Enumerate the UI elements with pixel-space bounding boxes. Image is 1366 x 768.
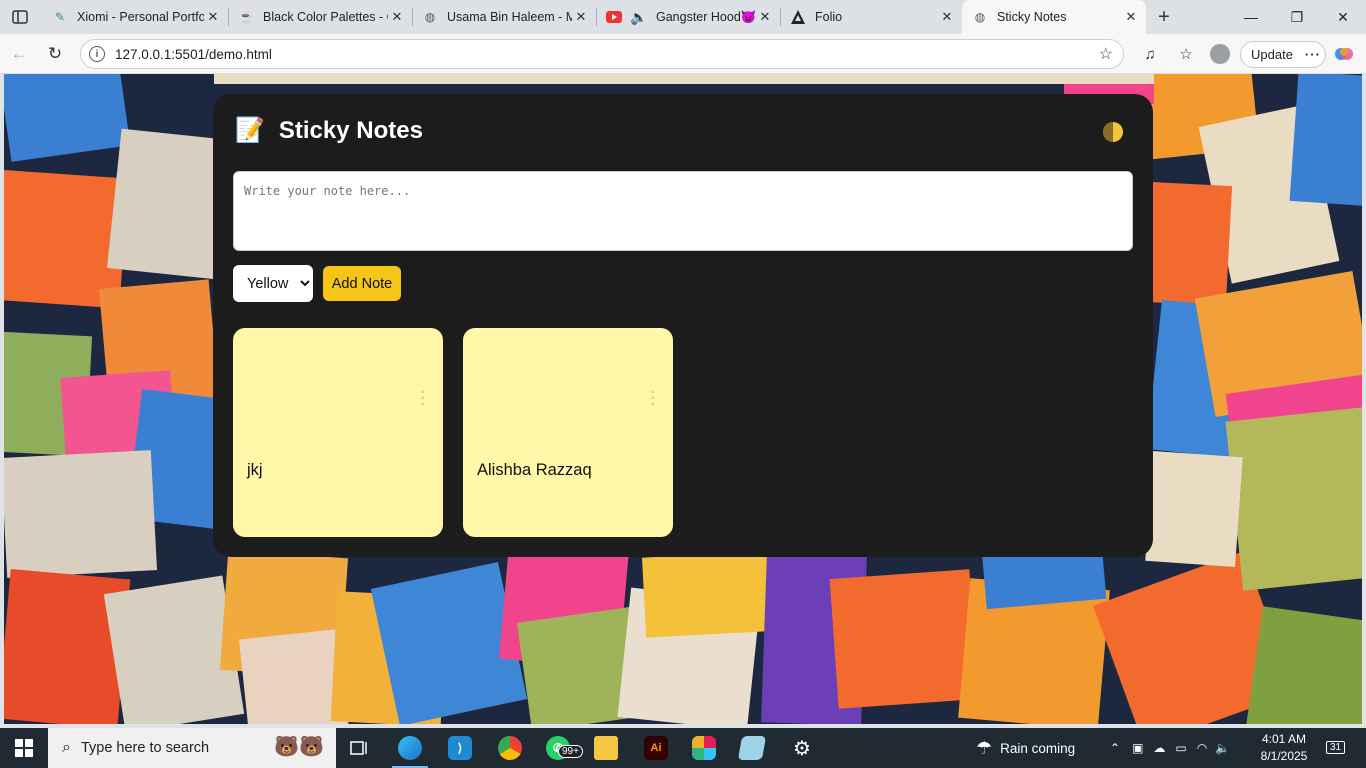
tab-actions-icon[interactable] (6, 4, 34, 30)
wifi-icon[interactable]: ◠ (1197, 741, 1207, 755)
url-text[interactable]: 127.0.0.1:5501/demo.html (115, 47, 1099, 62)
note-text: Alishba Razzaq (477, 461, 592, 479)
notification-center-icon[interactable]: 31 (1326, 738, 1346, 754)
tab-black-color-palettes[interactable]: ☕ Black Color Palettes - C ✕ (228, 2, 412, 32)
update-label: Update (1251, 47, 1293, 62)
globe-icon: ◍ (974, 10, 986, 24)
task-view-icon[interactable] (336, 728, 384, 768)
umbrella-icon: ☂ (976, 737, 993, 758)
tab-title: Sticky Notes (997, 10, 1067, 24)
vscode-app-icon[interactable]: ⟩ (436, 728, 484, 768)
favorites-icon[interactable]: ☆ (1172, 41, 1200, 67)
palette-icon: ☕ (238, 10, 254, 24)
close-window-icon[interactable]: ✕ (1320, 0, 1366, 34)
search-icon: ⌕ (62, 739, 71, 756)
app-title: Sticky Notes (278, 116, 423, 144)
more-options-icon[interactable]: ··· (1305, 47, 1321, 62)
back-icon[interactable]: ← (4, 40, 34, 68)
add-note-button[interactable]: Add Note (323, 266, 401, 301)
theme-toggle-icon[interactable] (1103, 122, 1123, 142)
chrome-app-icon[interactable] (486, 728, 534, 768)
close-icon[interactable]: ✕ (756, 8, 774, 26)
color-select[interactable]: Yellow (233, 265, 313, 302)
close-icon[interactable]: ✕ (572, 8, 590, 26)
tab-youtube[interactable]: 🔈 Gangster Hood👿 ✕ (596, 2, 780, 32)
youtube-icon (606, 9, 622, 25)
new-tab-button[interactable]: + (1150, 4, 1178, 30)
leaf-icon: ✎ (54, 10, 66, 24)
note-input[interactable] (233, 171, 1133, 251)
tab-title: Gangster Hood👿 (656, 9, 756, 24)
taskbar: ⌕ Type here to search 🐻🐻 ⟩ ✆ 99+ Ai ⚙ ☂ … (0, 728, 1366, 768)
tab-usama[interactable]: ◍ Usama Bin Haleem - M ✕ (412, 2, 596, 32)
angular-icon (790, 9, 806, 25)
chevron-up-icon[interactable]: ⌃ (1110, 741, 1120, 755)
onedrive-icon[interactable]: ☁ (1153, 741, 1165, 755)
tab-title: Xiomi - Personal Portfo (77, 10, 204, 24)
tab-title: Usama Bin Haleem - M (447, 10, 572, 24)
tab-folio[interactable]: Folio ✕ (780, 2, 962, 32)
globe-icon: ◍ (424, 10, 436, 24)
profile-avatar[interactable] (1206, 41, 1234, 67)
close-icon[interactable]: ✕ (388, 8, 406, 26)
note-menu-icon[interactable]: · · · (419, 385, 427, 413)
clock-date: 8/1/2025 (1260, 749, 1308, 763)
battery-icon[interactable]: ▭ (1175, 741, 1186, 755)
copilot-icon[interactable] (1330, 41, 1358, 67)
search-highlight-icon: 🐻🐻 (274, 736, 324, 758)
memo-icon: 📝 (235, 117, 265, 144)
app-header: 📝 Sticky Notes (235, 116, 423, 145)
system-tray: ⌃ ▣ ☁ ▭ ◠ 🔈 (1110, 728, 1230, 768)
close-icon[interactable]: ✕ (938, 8, 956, 26)
tab-title: Black Color Palettes - C (263, 10, 388, 24)
update-button[interactable]: Update ··· (1240, 41, 1326, 68)
favorite-star-icon[interactable]: ☆ (1099, 44, 1113, 64)
clock-time: 4:01 AM (1261, 732, 1307, 746)
page-viewport: 📝 Sticky Notes Yellow Add Note ··· jkj ·… (4, 74, 1362, 724)
tab-sticky-notes[interactable]: ◍ Sticky Notes ✕ (962, 0, 1146, 34)
note-card[interactable]: · · · jkj (233, 328, 443, 537)
minimize-icon[interactable]: — (1228, 0, 1274, 34)
note-text: jkj (247, 461, 263, 479)
note-menu-icon[interactable]: · · · (649, 385, 657, 413)
speaker-icon[interactable]: 🔈 (630, 9, 647, 25)
tab-xiomi[interactable]: ✎ Xiomi - Personal Portfo ✕ (42, 2, 228, 32)
notification-count: 31 (1326, 741, 1346, 754)
windows-start-icon[interactable] (0, 728, 48, 768)
address-bar[interactable]: i 127.0.0.1:5501/demo.html ☆ (80, 39, 1124, 69)
illustrator-app-icon[interactable]: Ai (632, 728, 680, 768)
note-card[interactable]: · · · Alishba Razzaq (463, 328, 673, 537)
meet-now-icon[interactable]: ▣ (1132, 741, 1143, 755)
file-explorer-icon[interactable] (582, 728, 630, 768)
slack-app-icon[interactable] (680, 728, 728, 768)
browser-essentials-icon[interactable]: ♫ (1136, 41, 1164, 67)
taskbar-search[interactable]: ⌕ Type here to search 🐻🐻 (48, 728, 336, 768)
close-icon[interactable]: ✕ (204, 8, 222, 26)
weather-widget[interactable]: ☂ Rain coming (976, 728, 1075, 768)
search-placeholder: Type here to search (80, 740, 210, 756)
sticky-notes-app: 📝 Sticky Notes Yellow Add Note ··· jkj ·… (213, 94, 1153, 557)
weather-text: Rain coming (1000, 740, 1076, 756)
tab-title: Folio (815, 10, 843, 24)
site-info-icon[interactable]: i (89, 46, 105, 62)
settings-gear-icon[interactable]: ⚙ (778, 728, 826, 768)
whatsapp-app-icon[interactable]: ✆ 99+ (534, 728, 583, 768)
restore-icon[interactable]: ❐ (1274, 0, 1320, 34)
reload-icon[interactable]: ↻ (40, 40, 70, 68)
notification-badge: 99+ (558, 745, 583, 758)
edge-app-icon[interactable] (386, 728, 434, 768)
close-icon[interactable]: ✕ (1122, 8, 1140, 26)
clock[interactable]: 4:01 AM 8/1/2025 (1254, 731, 1314, 765)
volume-icon[interactable]: 🔈 (1215, 741, 1230, 755)
notepad-app-icon[interactable] (728, 728, 776, 768)
browser-tab-strip: ✎ Xiomi - Personal Portfo ✕ ☕ Black Colo… (0, 0, 1366, 34)
browser-toolbar: ← ↻ i 127.0.0.1:5501/demo.html ☆ ♫ ☆ Upd… (0, 34, 1366, 74)
